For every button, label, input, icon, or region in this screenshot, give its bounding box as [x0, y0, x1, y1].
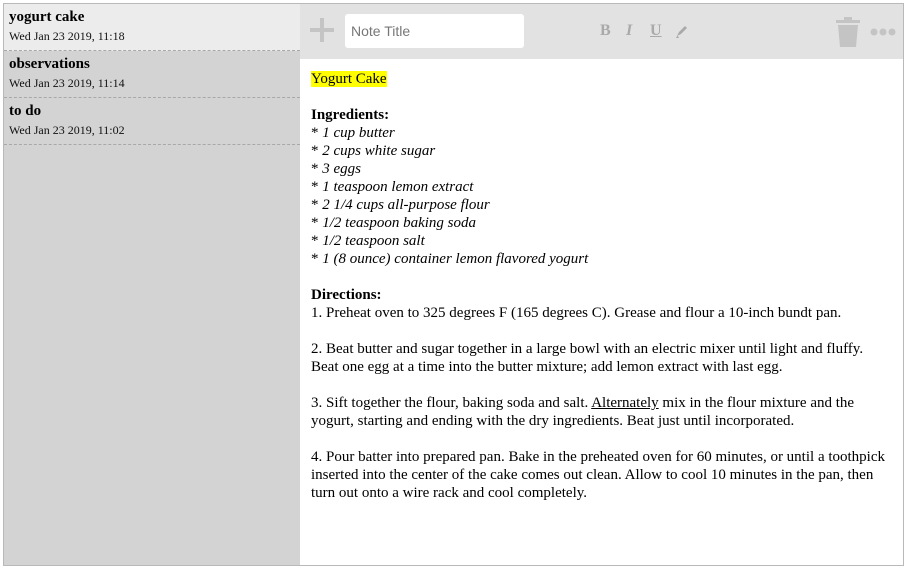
ingredient-item: * 1 cup butter [311, 125, 395, 141]
note-list-item[interactable]: yogurt cake Wed Jan 23 2019, 11:18 [4, 4, 300, 51]
note-content[interactable]: Yogurt Cake Ingredients: * 1 cup butter … [300, 59, 903, 502]
direction-step: 4. Pour batter into prepared pan. Bake i… [311, 449, 886, 501]
direction-step: 3. Sift together the flour, baking soda … [311, 395, 855, 429]
ingredients-label: Ingredients: [311, 107, 390, 123]
underlined-word: Alternately [591, 395, 659, 411]
ingredient-item: * 1 teaspoon lemon extract [311, 179, 474, 195]
note-list-item[interactable]: to do Wed Jan 23 2019, 11:02 [4, 98, 300, 145]
note-editor[interactable]: Yogurt Cake Ingredients: * 1 cup butter … [300, 59, 903, 565]
note-date: Wed Jan 23 2019, 11:14 [9, 76, 125, 90]
editor-toolbar: B I U [300, 4, 903, 59]
note-title: to do [9, 103, 42, 119]
trash-icon[interactable] [836, 17, 860, 47]
underline-icon[interactable]: U [650, 22, 662, 40]
note-date: Wed Jan 23 2019, 11:18 [9, 29, 125, 43]
ingredient-item: * 1/2 teaspoon baking soda [311, 215, 476, 231]
note-date: Wed Jan 23 2019, 11:02 [9, 123, 125, 137]
ingredient-item: * 1/2 teaspoon salt [311, 233, 425, 249]
ingredient-item: * 1 (8 ounce) container lemon flavored y… [311, 251, 589, 267]
ingredient-item: * 2 1/4 cups all-purpose flour [311, 197, 490, 213]
directions-label: Directions: [311, 287, 382, 303]
direction-step: 1. Preheat oven to 325 degrees F (165 de… [311, 305, 842, 321]
direction-step: 2. Beat butter and sugar together in a l… [311, 341, 864, 375]
note-list-item[interactable]: observations Wed Jan 23 2019, 11:14 [4, 51, 300, 98]
italic-icon[interactable]: I [626, 22, 632, 40]
notes-app: yogurt cake Wed Jan 23 2019, 11:18 obser… [3, 3, 904, 566]
notes-sidebar: yogurt cake Wed Jan 23 2019, 11:18 obser… [4, 4, 300, 565]
ingredient-item: * 2 cups white sugar [311, 143, 436, 159]
note-title: observations [9, 56, 90, 72]
note-title: yogurt cake [9, 9, 85, 25]
highlight-icon[interactable] [674, 23, 690, 39]
add-icon[interactable] [310, 18, 334, 42]
bold-icon[interactable]: B [600, 22, 611, 40]
note-title-input[interactable] [345, 14, 524, 48]
note-heading: Yogurt Cake [311, 71, 387, 87]
more-icon[interactable] [870, 28, 896, 36]
ingredient-item: * 3 eggs [311, 161, 361, 177]
